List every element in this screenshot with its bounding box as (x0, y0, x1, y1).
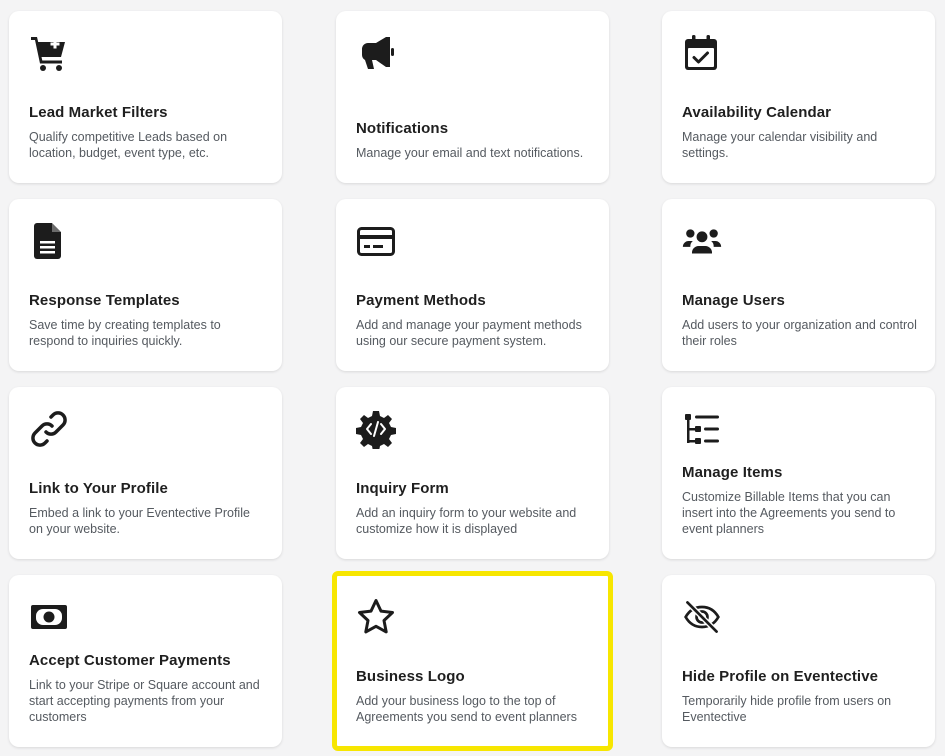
card-description: Add your business logo to the top of Agr… (356, 694, 577, 724)
card-title: Lead Market Filters (29, 104, 168, 121)
card-title: Inquiry Form (356, 480, 449, 497)
card-description: Add an inquiry form to your website and … (356, 506, 577, 536)
credit-card-icon (356, 221, 400, 265)
card-response-templates[interactable]: Response Templates Save time by creating… (9, 199, 282, 371)
card-payment-methods[interactable]: Payment Methods Add and manage your paym… (336, 199, 609, 371)
card-lead-market-filters[interactable]: Lead Market Filters Qualify competitive … (9, 11, 282, 183)
settings-card-grid: Lead Market Filters Qualify competitive … (0, 0, 945, 756)
card-inquiry-form[interactable]: Inquiry Form Add an inquiry form to your… (336, 387, 609, 559)
card-title: Business Logo (356, 668, 465, 685)
card-title: Hide Profile on Eventective (682, 668, 879, 685)
users-icon (682, 221, 726, 265)
card-business-logo[interactable]: Business Logo Add your business logo to … (332, 571, 613, 751)
card-title: Manage Items (682, 464, 783, 481)
card-description: Add users to your organization and contr… (682, 318, 917, 348)
money-bill-icon (29, 597, 73, 641)
eye-slash-icon (682, 597, 726, 641)
card-title: Notifications (356, 120, 449, 137)
card-description: Manage your email and text notifications… (356, 146, 584, 160)
card-description: Temporarily hide profile from users on E… (682, 694, 892, 724)
calendar-check-icon (682, 33, 726, 77)
card-title: Availability Calendar (682, 104, 832, 121)
card-description: Link to your Stripe or Square account an… (29, 678, 260, 724)
link-icon (29, 409, 73, 453)
document-icon (29, 221, 73, 265)
card-description: Embed a link to your Eventective Profile… (29, 506, 250, 536)
card-description: Save time by creating templates to respo… (29, 318, 221, 348)
code-gear-icon (356, 409, 400, 453)
card-title: Response Templates (29, 292, 180, 309)
card-description: Qualify competitive Leads based on locat… (29, 130, 228, 160)
card-hide-profile-on-eventective[interactable]: Hide Profile on Eventective Temporarily … (662, 575, 935, 747)
list-tree-icon (682, 409, 726, 453)
card-accept-customer-payments[interactable]: Accept Customer Payments Link to your St… (9, 575, 282, 747)
card-notifications[interactable]: Notifications Manage your email and text… (336, 11, 609, 183)
star-icon (356, 597, 400, 641)
card-description: Customize Billable Items that you can in… (682, 490, 896, 536)
card-description: Add and manage your payment methods usin… (356, 318, 582, 348)
card-description: Manage your calendar visibility and sett… (682, 130, 878, 160)
card-title: Link to Your Profile (29, 480, 168, 497)
card-link-to-your-profile[interactable]: Link to Your Profile Embed a link to you… (9, 387, 282, 559)
cart-plus-icon (29, 33, 73, 77)
megaphone-icon (356, 33, 400, 77)
card-title: Payment Methods (356, 292, 486, 309)
card-title: Manage Users (682, 292, 785, 309)
card-manage-items[interactable]: Manage Items Customize Billable Items th… (662, 387, 935, 559)
card-availability-calendar[interactable]: Availability Calendar Manage your calend… (662, 11, 935, 183)
card-manage-users[interactable]: Manage Users Add users to your organizat… (662, 199, 935, 371)
card-title: Accept Customer Payments (29, 652, 231, 669)
